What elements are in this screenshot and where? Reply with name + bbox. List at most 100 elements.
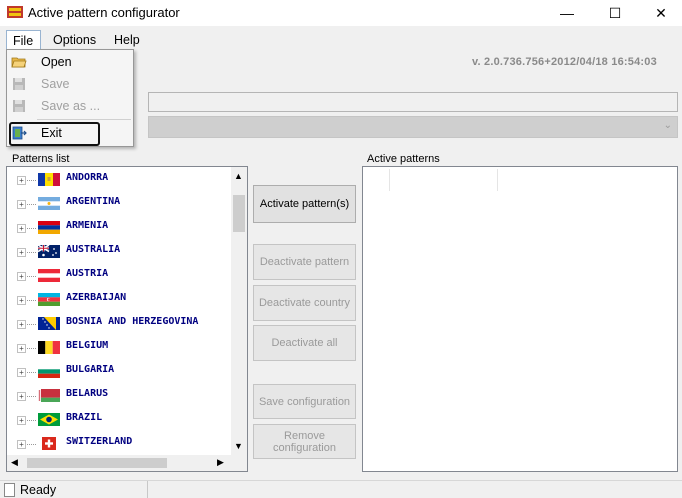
tree-connector xyxy=(27,348,36,349)
close-button[interactable]: ✕ xyxy=(638,0,682,26)
tree-connector xyxy=(27,276,36,277)
menu-options[interactable]: Options xyxy=(47,30,102,50)
tree-node-belgium[interactable]: + BELGIUM xyxy=(7,335,231,359)
minimize-button[interactable]: — xyxy=(544,0,590,26)
expand-icon[interactable]: + xyxy=(17,224,26,233)
vertical-scrollbar[interactable]: ▲ ▼ xyxy=(231,167,247,455)
country-label: AZERBAIJAN xyxy=(66,292,127,303)
country-label: BULGARIA xyxy=(66,364,115,375)
scroll-left-icon[interactable]: ◀ xyxy=(11,457,18,468)
tree-node-bulgaria[interactable]: + BULGARIA xyxy=(7,359,231,383)
tree-connector xyxy=(27,420,36,421)
tree-node-australia[interactable]: + AUSTRALIA xyxy=(7,239,231,263)
tree-connector xyxy=(27,252,36,253)
column-divider xyxy=(497,169,498,191)
active-patterns-list[interactable] xyxy=(362,166,678,472)
folder-open-icon xyxy=(11,57,27,68)
scroll-up-icon[interactable]: ▲ xyxy=(234,171,243,181)
configuration-combo: ⌄ xyxy=(148,116,678,138)
deactivate-pattern-button[interactable]: Deactivate pattern xyxy=(253,244,356,280)
menu-item-save[interactable]: Save xyxy=(7,73,133,95)
tree-node-bosnia[interactable]: + BOSNIA AND HERZEGOVINA xyxy=(7,311,231,335)
tree-connector xyxy=(27,444,36,445)
expand-icon[interactable]: + xyxy=(17,296,26,305)
bosnia-flag-icon xyxy=(38,317,60,330)
menu-separator xyxy=(37,119,131,120)
version-label: v. 2.0.736.756+2012/04/18 16:54:03 xyxy=(472,56,657,68)
tree-connector xyxy=(27,324,36,325)
save-configuration-button[interactable]: Save configuration xyxy=(253,384,356,419)
country-label: AUSTRIA xyxy=(66,268,109,279)
menu-file[interactable]: File xyxy=(6,30,41,50)
file-menu-dropdown: Open Save Save as ... Exit xyxy=(6,49,134,147)
armenia-flag-icon xyxy=(38,221,60,234)
tree-node-belarus[interactable]: + BELARUS xyxy=(7,383,231,407)
activate-patterns-button[interactable]: Activate pattern(s) xyxy=(253,185,356,223)
argentina-flag-icon xyxy=(38,197,60,210)
scroll-thumb-horizontal[interactable] xyxy=(27,458,167,468)
patterns-list-label: Patterns list xyxy=(12,153,70,165)
tree-node-armenia[interactable]: + ARMENIA xyxy=(7,215,231,239)
austria-flag-icon xyxy=(38,269,60,282)
andorra-flag-icon xyxy=(38,173,60,186)
tree-node-argentina[interactable]: + ARGENTINA xyxy=(7,191,231,215)
menu-item-label: Save xyxy=(41,77,70,91)
active-patterns-label: Active patterns xyxy=(367,153,440,165)
tree-connector xyxy=(27,300,36,301)
window-title: Active pattern configurator xyxy=(28,5,180,20)
deactivate-country-button[interactable]: Deactivate country xyxy=(253,285,356,321)
tree-node-andorra[interactable]: + ANDORRA xyxy=(7,167,231,191)
bulgaria-flag-icon xyxy=(38,365,60,378)
expand-icon[interactable]: + xyxy=(17,344,26,353)
scroll-thumb[interactable] xyxy=(233,195,245,232)
menu-item-open[interactable]: Open xyxy=(7,51,133,73)
tree-node-azerbaijan[interactable]: + AZERBAIJAN xyxy=(7,287,231,311)
scroll-down-icon[interactable]: ▼ xyxy=(234,441,243,451)
expand-icon[interactable]: + xyxy=(17,392,26,401)
expand-icon[interactable]: + xyxy=(17,272,26,281)
expand-icon[interactable]: + xyxy=(17,200,26,209)
horizontal-scrollbar[interactable]: ◀ ▶ xyxy=(7,455,231,471)
scroll-right-icon[interactable]: ▶ xyxy=(217,457,224,468)
menu-help[interactable]: Help xyxy=(108,30,146,50)
tree-node-switzerland[interactable]: + SWITZERLAND xyxy=(7,431,231,455)
menu-item-label: Open xyxy=(41,55,72,69)
expand-icon[interactable]: + xyxy=(17,176,26,185)
country-label: BRAZIL xyxy=(66,412,103,423)
menu-item-save-as[interactable]: Save as ... xyxy=(7,95,133,117)
expand-icon[interactable]: + xyxy=(17,368,26,377)
document-icon xyxy=(4,483,15,497)
deactivate-all-button[interactable]: Deactivate all xyxy=(253,325,356,361)
tree-connector xyxy=(27,396,36,397)
expand-icon[interactable]: + xyxy=(17,440,26,449)
country-label: ARMENIA xyxy=(66,220,109,231)
expand-icon[interactable]: + xyxy=(17,248,26,257)
tree-node-brazil[interactable]: + BRAZIL xyxy=(7,407,231,431)
title-bar: Active pattern configurator — ☐ ✕ xyxy=(0,0,682,26)
floppy-disk-icon xyxy=(13,100,25,112)
patterns-tree[interactable]: + ANDORRA + ARGENTINA + ARMENIA + AUSTRALIA + AUS… xyxy=(6,166,248,472)
floppy-disk-icon xyxy=(13,78,25,90)
country-label: SWITZERLAND xyxy=(66,436,133,447)
status-text: Ready xyxy=(20,483,57,497)
expand-icon[interactable]: + xyxy=(17,416,26,425)
azerbaijan-flag-icon xyxy=(38,293,60,306)
expand-icon[interactable]: + xyxy=(17,320,26,329)
brazil-flag-icon xyxy=(38,413,60,426)
country-label: BELGIUM xyxy=(66,340,109,351)
maximize-button[interactable]: ☐ xyxy=(592,0,638,26)
belarus-flag-icon xyxy=(38,389,60,402)
scroll-corner xyxy=(231,455,247,471)
app-icon xyxy=(7,6,23,18)
country-label: AUSTRALIA xyxy=(66,244,121,255)
tree-connector xyxy=(27,372,36,373)
configuration-path-field xyxy=(148,92,678,112)
remove-configuration-button[interactable]: Remove configuration xyxy=(253,424,356,459)
country-label: BOSNIA AND HERZEGOVINA xyxy=(66,316,199,327)
country-label: ANDORRA xyxy=(66,172,109,183)
tree-node-austria[interactable]: + AUSTRIA xyxy=(7,263,231,287)
switzerland-flag-icon xyxy=(38,437,60,450)
tree-connector xyxy=(27,228,36,229)
country-label: ARGENTINA xyxy=(66,196,121,207)
menu-item-label: Save as ... xyxy=(41,99,101,113)
